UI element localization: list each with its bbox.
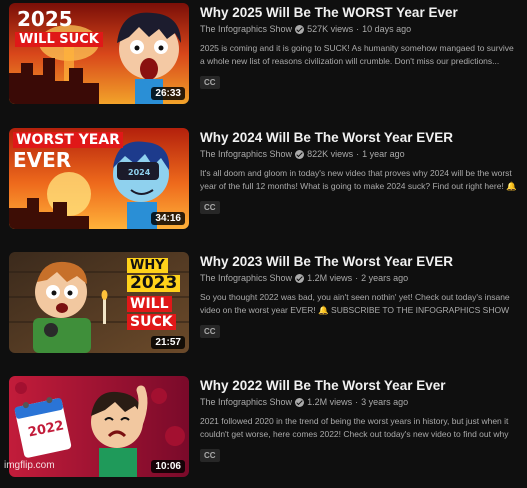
- channel-name[interactable]: The Infographics Show: [200, 149, 292, 159]
- video-duration: 10:06: [151, 460, 185, 473]
- video-duration: 26:33: [151, 87, 185, 100]
- channel-name[interactable]: The Infographics Show: [200, 273, 292, 283]
- video-description: So you thought 2022 was bad, you ain't s…: [200, 292, 510, 315]
- view-count: 1.2M views: [307, 397, 353, 407]
- cc-badge: CC: [200, 449, 220, 462]
- imgflip-watermark: imgflip.com: [4, 460, 55, 471]
- video-title[interactable]: Why 2023 Will Be The Worst Year EVER: [200, 254, 520, 269]
- thumbnail-text-year: 2023: [127, 275, 181, 292]
- cc-badge: CC: [200, 325, 220, 338]
- cc-badge: CC: [200, 76, 220, 89]
- view-count: 1.2M views: [307, 273, 353, 283]
- video-info: Why 2023 Will Be The Worst Year EVER The…: [200, 254, 520, 339]
- view-count: 527K views: [307, 24, 354, 34]
- upload-age: 1 year ago: [362, 149, 405, 159]
- video-description: 2025 is coming and it is going to SUCK! …: [200, 43, 514, 66]
- thumbnail-text-why: WHY: [127, 258, 168, 273]
- video-title[interactable]: Why 2025 Will Be The WORST Year Ever: [200, 5, 520, 20]
- verified-icon: [295, 24, 305, 34]
- verified-icon: [295, 397, 305, 407]
- thumbnail-text-suck: SUCK: [127, 314, 176, 330]
- video-thumbnail[interactable]: 2025 WILL SUCK 26:33: [9, 3, 189, 104]
- video-title[interactable]: Why 2024 Will Be The Worst Year EVER: [200, 130, 520, 145]
- verified-icon: [295, 149, 305, 159]
- upload-age: 10 days ago: [362, 24, 412, 34]
- video-result[interactable]: 2024 WORST YEAR EVER 34:16 Why 2024 Will…: [0, 128, 527, 240]
- meta-separator: ·: [356, 149, 360, 159]
- video-duration: 21:57: [151, 336, 185, 349]
- thumbnail-text-will: WILL: [127, 296, 172, 312]
- video-info: Why 2025 Will Be The WORST Year Ever The…: [200, 5, 520, 90]
- channel-name[interactable]: The Infographics Show: [200, 24, 292, 34]
- upload-age: 3 years ago: [361, 397, 409, 407]
- channel-name[interactable]: The Infographics Show: [200, 397, 292, 407]
- view-count: 822K views: [307, 149, 354, 159]
- video-info: Why 2024 Will Be The Worst Year EVER The…: [200, 130, 520, 215]
- video-meta: The Infographics Show 1.2M views · 3 yea…: [200, 397, 520, 407]
- video-result[interactable]: 2022 10:06 Why 2022 Will Be The Worst Ye…: [0, 376, 527, 488]
- thumbnail-text-caption: WORST YEAR: [13, 132, 123, 148]
- video-thumbnail[interactable]: WHY 2023 WILL SUCK 21:57: [9, 252, 189, 353]
- verified-icon: [295, 273, 305, 283]
- thumbnail-text-year: 2025: [17, 7, 73, 31]
- video-duration: 34:16: [151, 212, 185, 225]
- video-title[interactable]: Why 2022 Will Be The Worst Year Ever: [200, 378, 520, 393]
- video-description: It's all doom and gloom in today's new v…: [200, 168, 517, 191]
- thumbnail-text-caption: WILL SUCK: [15, 32, 103, 47]
- video-results-list: 2025 WILL SUCK 26:33 Why 2025 Will Be Th…: [0, 0, 527, 477]
- video-thumbnail[interactable]: 2024 WORST YEAR EVER 34:16: [9, 128, 189, 229]
- video-result[interactable]: 2025 WILL SUCK 26:33 Why 2025 Will Be Th…: [0, 3, 527, 115]
- meta-separator: ·: [356, 24, 360, 34]
- video-meta: The Infographics Show 822K views · 1 yea…: [200, 149, 520, 159]
- cc-badge: CC: [200, 201, 220, 214]
- svg-text:2024: 2024: [128, 168, 151, 177]
- video-meta: The Infographics Show 1.2M views · 2 yea…: [200, 273, 520, 283]
- meta-separator: ·: [355, 397, 359, 407]
- upload-age: 2 years ago: [361, 273, 409, 283]
- video-meta: The Infographics Show 527K views · 10 da…: [200, 24, 520, 34]
- video-result[interactable]: WHY 2023 WILL SUCK 21:57 Why 2023 Will B…: [0, 252, 527, 364]
- thumbnail-text-emphasis: EVER: [13, 148, 72, 172]
- video-info: Why 2022 Will Be The Worst Year Ever The…: [200, 378, 520, 463]
- meta-separator: ·: [355, 273, 359, 283]
- video-description: 2021 followed 2020 in the trend of being…: [200, 416, 509, 439]
